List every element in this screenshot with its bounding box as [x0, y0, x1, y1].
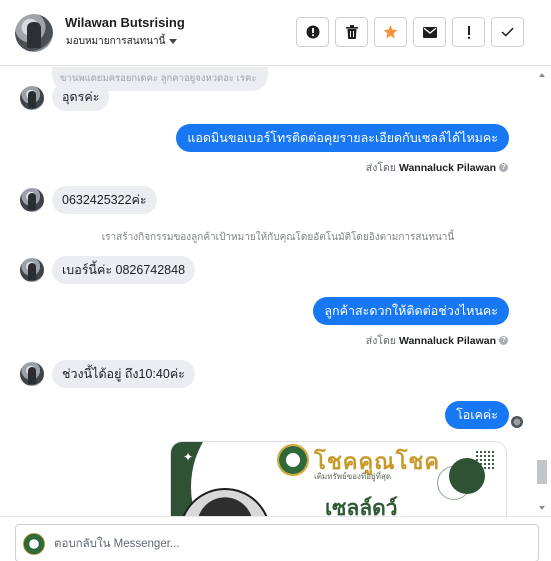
mark-done-button[interactable]	[491, 17, 524, 47]
card-tagline: เติมทรัพย์ของที่อยู่ที่สุด	[314, 472, 392, 481]
composer-area	[0, 516, 551, 561]
brand-logo	[277, 444, 309, 476]
thread-scrollbar[interactable]	[537, 67, 547, 516]
outgoing-message: โอเคค่ะ	[445, 401, 509, 429]
card-decoration-dots	[475, 450, 495, 470]
reply-input[interactable]	[54, 535, 524, 553]
contact-avatar[interactable]	[15, 14, 53, 52]
checkmark-icon	[501, 27, 514, 37]
page-avatar	[23, 533, 45, 555]
delete-button[interactable]	[335, 17, 368, 47]
help-icon[interactable]: ?	[499, 336, 508, 345]
header-actions	[296, 17, 524, 47]
incoming-message: 0632425322ค่ะ	[52, 186, 157, 214]
chevron-down-icon	[169, 39, 178, 44]
incoming-message: เบอร์นี้ค่ะ 0826742848	[52, 256, 196, 284]
agent-name: Wannaluck Pilawan	[398, 161, 496, 174]
help-icon[interactable]: ?	[499, 163, 508, 172]
scroll-up-arrow-icon[interactable]	[539, 73, 545, 77]
incoming-message: ช่วงนี้ได้อยู่ ถึง10:40ค่ะ	[52, 360, 195, 388]
sender-avatar	[20, 188, 44, 212]
exclamation-icon	[467, 25, 470, 39]
incoming-message: อุดรค่ะ	[52, 83, 110, 111]
mark-spam-button[interactable]	[296, 17, 329, 47]
scroll-down-arrow-icon[interactable]	[539, 506, 545, 510]
outgoing-message: แอดมินขอเบอร์โทรติดต่อคุยรายละเอียดกับเซ…	[176, 124, 509, 152]
star-icon	[383, 25, 398, 39]
sender-avatar	[20, 362, 44, 386]
sparkle-icon: ✦	[183, 450, 194, 464]
assign-label: มอบหมายการสนทนานี้	[66, 36, 166, 47]
outgoing-message: ลูกค้าสะดวกให้ติดต่อช่วงไหนคะ	[313, 297, 509, 325]
sender-avatar	[20, 86, 44, 110]
seen-avatar	[511, 416, 523, 428]
contact-name[interactable]: Wilawan Butsrising	[65, 15, 185, 30]
mark-unread-button[interactable]	[413, 17, 446, 47]
sender-avatar	[20, 258, 44, 282]
scrollbar-thumb[interactable]	[537, 460, 547, 484]
star-button[interactable]	[374, 17, 407, 47]
conversation-header: Wilawan Butsrising มอบหมายการสนทนานี้	[0, 0, 551, 66]
agent-name: Wannaluck Pilawan	[398, 334, 496, 347]
envelope-icon	[422, 26, 437, 38]
alert-circle-icon	[306, 25, 319, 39]
trash-icon	[345, 25, 358, 39]
message-thread[interactable]: ขานพแดยมครอยกเดคะ ลูกคาอยูจงหวดอะ เรคะ อ…	[0, 67, 551, 516]
follow-up-button[interactable]	[452, 17, 485, 47]
assign-conversation-dropdown[interactable]: มอบหมายการสนทนานี้	[66, 34, 178, 49]
image-attachment[interactable]: ✦ โชคคูณโชค เติมทรัพย์ของที่อยู่ที่สุด เ…	[170, 441, 507, 516]
sent-by-label: ส่งโดย Wannaluck Pilawan ?	[366, 159, 508, 176]
reply-composer[interactable]	[15, 524, 539, 561]
activity-notice: เราสร้างกิจกรรมของลูกค้าเป้าหมายให้กับคุ…	[101, 232, 455, 243]
sent-by-label: ส่งโดย Wannaluck Pilawan ?	[366, 332, 508, 349]
card-headline: เซลล์ดว์	[325, 497, 398, 516]
